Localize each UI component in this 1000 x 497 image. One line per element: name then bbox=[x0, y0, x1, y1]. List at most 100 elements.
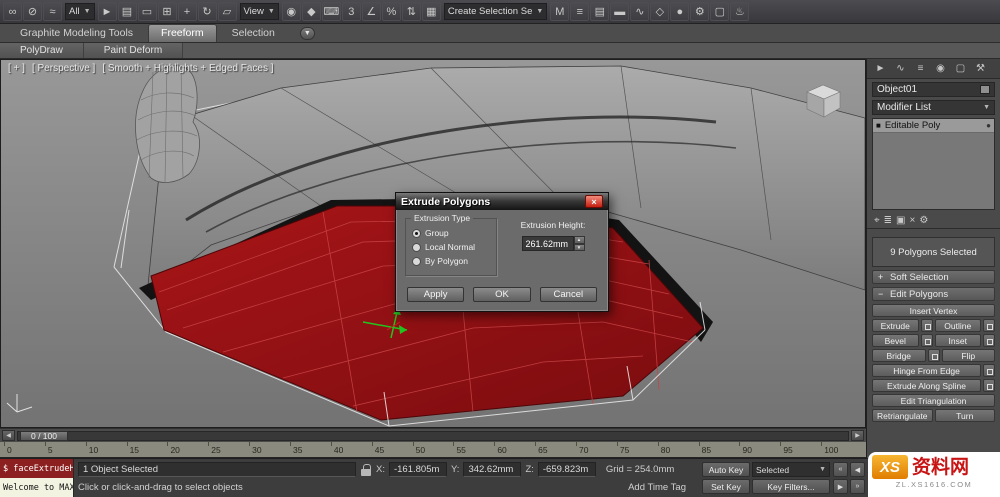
keyboard-shortcut-override-icon[interactable]: ⌨ bbox=[321, 2, 341, 21]
window-crossing-icon[interactable]: ⊞ bbox=[157, 2, 177, 21]
select-and-link-icon[interactable]: ∞ bbox=[3, 2, 22, 21]
modifier-stack[interactable]: ■ Editable Poly ● bbox=[872, 118, 995, 210]
previous-frame-icon[interactable]: ◀ bbox=[850, 462, 865, 477]
mirror-icon[interactable]: M bbox=[550, 2, 570, 21]
unlink-selection-icon[interactable]: ⊘ bbox=[23, 2, 42, 21]
tab-selection[interactable]: Selection bbox=[220, 25, 287, 42]
maxscript-listener-line[interactable]: Welcome to MAX bbox=[0, 478, 73, 497]
rollout-soft-selection[interactable]: + Soft Selection bbox=[872, 270, 995, 284]
time-slider-track[interactable]: 0 / 100 bbox=[17, 430, 849, 441]
cancel-button[interactable]: Cancel bbox=[539, 287, 597, 302]
tab-graphite-modeling-tools[interactable]: Graphite Modeling Tools bbox=[8, 25, 145, 42]
utilities-tab-icon[interactable]: ⚒ bbox=[972, 61, 989, 77]
selection-filter-dropdown[interactable]: All ▼ bbox=[65, 3, 95, 20]
select-and-move-icon[interactable]: + bbox=[177, 2, 197, 21]
extrude-button[interactable]: Extrude bbox=[872, 319, 919, 332]
reference-coordinate-dropdown[interactable]: View ▼ bbox=[239, 3, 279, 20]
radio-button-icon[interactable] bbox=[412, 242, 421, 252]
make-unique-icon[interactable]: ▣ bbox=[896, 215, 905, 226]
angle-snap-toggle-icon[interactable]: ∠ bbox=[361, 2, 381, 21]
spinner-snap-toggle-icon[interactable]: ⇅ bbox=[401, 2, 421, 21]
extrusion-height-input[interactable]: 261.62mm bbox=[521, 236, 574, 251]
bind-to-spacewarp-icon[interactable]: ≈ bbox=[43, 2, 62, 21]
viewport-menu-shading[interactable]: [ Smooth + Highlights + Edged Faces ] bbox=[102, 63, 273, 74]
bridge-settings-icon[interactable] bbox=[927, 349, 940, 362]
named-selection-sets-dropdown[interactable]: Create Selection Se ▼ bbox=[443, 3, 548, 20]
radio-button-icon[interactable] bbox=[412, 256, 421, 266]
object-name-field[interactable]: Object01 bbox=[872, 82, 995, 97]
z-coord-field[interactable]: -659.823m bbox=[537, 461, 596, 477]
percent-snap-toggle-icon[interactable]: % bbox=[381, 2, 401, 21]
spinner-up-icon[interactable]: ▲ bbox=[573, 236, 585, 244]
x-coord-field[interactable]: -161.805m bbox=[388, 461, 447, 477]
ribbon-minimize-icon[interactable]: ▼ bbox=[299, 27, 315, 40]
extrude-along-spline-settings-icon[interactable] bbox=[983, 379, 995, 392]
add-time-tag[interactable]: Add Time Tag bbox=[628, 482, 696, 493]
viewport-menu-general[interactable]: [ + ] bbox=[8, 63, 25, 74]
edit-named-selection-sets-icon[interactable]: ▦ bbox=[421, 2, 441, 21]
hierarchy-tab-icon[interactable]: ≡ bbox=[912, 61, 929, 77]
show-end-result-icon[interactable]: ≣ bbox=[884, 215, 892, 226]
apply-button[interactable]: Apply bbox=[407, 287, 465, 302]
rendered-frame-window-icon[interactable]: ▢ bbox=[710, 2, 730, 21]
layer-manager-icon[interactable]: ▤ bbox=[590, 2, 610, 21]
next-frame-icon[interactable]: ▶ bbox=[851, 430, 864, 441]
object-color-swatch[interactable] bbox=[980, 85, 990, 94]
create-tab-icon[interactable]: ► bbox=[872, 61, 889, 77]
key-filters-button[interactable]: Key Filters... bbox=[752, 479, 830, 494]
radio-group-option[interactable]: Group bbox=[412, 226, 490, 240]
maxscript-mini-listener[interactable]: $ faceExtrudeH Welcome to MAX bbox=[0, 459, 74, 497]
edit-triangulation-button[interactable]: Edit Triangulation bbox=[872, 394, 995, 407]
inset-button[interactable]: Inset bbox=[934, 334, 981, 347]
selection-set-dropdown[interactable]: Selected ▼ bbox=[752, 462, 830, 477]
time-slider-thumb[interactable]: 0 / 100 bbox=[20, 430, 68, 441]
outline-settings-icon[interactable] bbox=[983, 319, 995, 332]
extrude-settings-icon[interactable] bbox=[920, 319, 933, 332]
render-production-icon[interactable]: ♨ bbox=[730, 2, 750, 21]
use-pivot-point-center-icon[interactable]: ◉ bbox=[281, 2, 301, 21]
render-setup-icon[interactable]: ⚙ bbox=[690, 2, 710, 21]
stack-item-editable-poly[interactable]: ■ Editable Poly ● bbox=[873, 119, 994, 133]
go-to-start-icon[interactable]: « bbox=[833, 462, 848, 477]
tab-freeform[interactable]: Freeform bbox=[148, 24, 217, 42]
select-and-manipulate-icon[interactable]: ◆ bbox=[301, 2, 321, 21]
rollout-edit-polygons[interactable]: − Edit Polygons bbox=[872, 287, 995, 301]
select-by-name-icon[interactable]: ▤ bbox=[117, 2, 137, 21]
spinner-down-icon[interactable]: ▼ bbox=[573, 243, 585, 251]
auto-key-button[interactable]: Auto Key bbox=[702, 462, 750, 477]
dialog-title-bar[interactable]: Extrude Polygons × bbox=[396, 193, 608, 210]
stack-visibility-icon[interactable]: ● bbox=[986, 121, 991, 130]
snaps-toggle-icon[interactable]: 3 bbox=[341, 2, 361, 21]
y-coord-field[interactable]: 342.62mm bbox=[463, 461, 522, 477]
bridge-button[interactable]: Bridge bbox=[872, 349, 926, 362]
pin-stack-icon[interactable]: ⌖ bbox=[874, 215, 880, 226]
rectangular-selection-region-icon[interactable]: ▭ bbox=[137, 2, 157, 21]
motion-tab-icon[interactable]: ◉ bbox=[932, 61, 949, 77]
configure-modifier-sets-icon[interactable]: ⚙ bbox=[919, 215, 928, 226]
radio-local-normal-option[interactable]: Local Normal bbox=[412, 240, 490, 254]
material-editor-icon[interactable]: ● bbox=[670, 2, 690, 21]
select-and-uniform-scale-icon[interactable]: ▱ bbox=[217, 2, 237, 21]
go-to-end-icon[interactable]: » bbox=[850, 479, 865, 494]
insert-vertex-button[interactable]: Insert Vertex bbox=[872, 304, 995, 317]
schematic-view-icon[interactable]: ◇ bbox=[650, 2, 670, 21]
display-tab-icon[interactable]: ▢ bbox=[952, 61, 969, 77]
close-icon[interactable]: × bbox=[585, 195, 603, 208]
retriangulate-button[interactable]: Retriangulate bbox=[872, 409, 933, 422]
flip-button[interactable]: Flip bbox=[941, 349, 995, 362]
align-icon[interactable]: ≡ bbox=[570, 2, 590, 21]
modify-tab-icon[interactable]: ∿ bbox=[892, 61, 909, 77]
viewport-menu-view[interactable]: [ Perspective ] bbox=[32, 63, 95, 74]
subtab-paint-deform[interactable]: Paint Deform bbox=[83, 43, 184, 58]
timeline-ruler[interactable]: 0 5 10 15 20 25 30 35 40 45 50 55 60 65 70 75 80 85 90 95 10… bbox=[0, 442, 866, 458]
radio-button-icon[interactable] bbox=[412, 228, 421, 238]
remove-modifier-icon[interactable]: × bbox=[909, 215, 915, 226]
select-object-icon[interactable]: ► bbox=[97, 2, 117, 21]
subtab-polydraw[interactable]: PolyDraw bbox=[0, 43, 84, 58]
selection-lock-icon[interactable] bbox=[360, 462, 372, 477]
play-animation-icon[interactable]: ▶ bbox=[833, 479, 848, 494]
hinge-settings-icon[interactable] bbox=[983, 364, 995, 377]
outline-button[interactable]: Outline bbox=[934, 319, 981, 332]
extrude-along-spline-button[interactable]: Extrude Along Spline bbox=[872, 379, 981, 392]
ok-button[interactable]: OK bbox=[473, 287, 531, 302]
